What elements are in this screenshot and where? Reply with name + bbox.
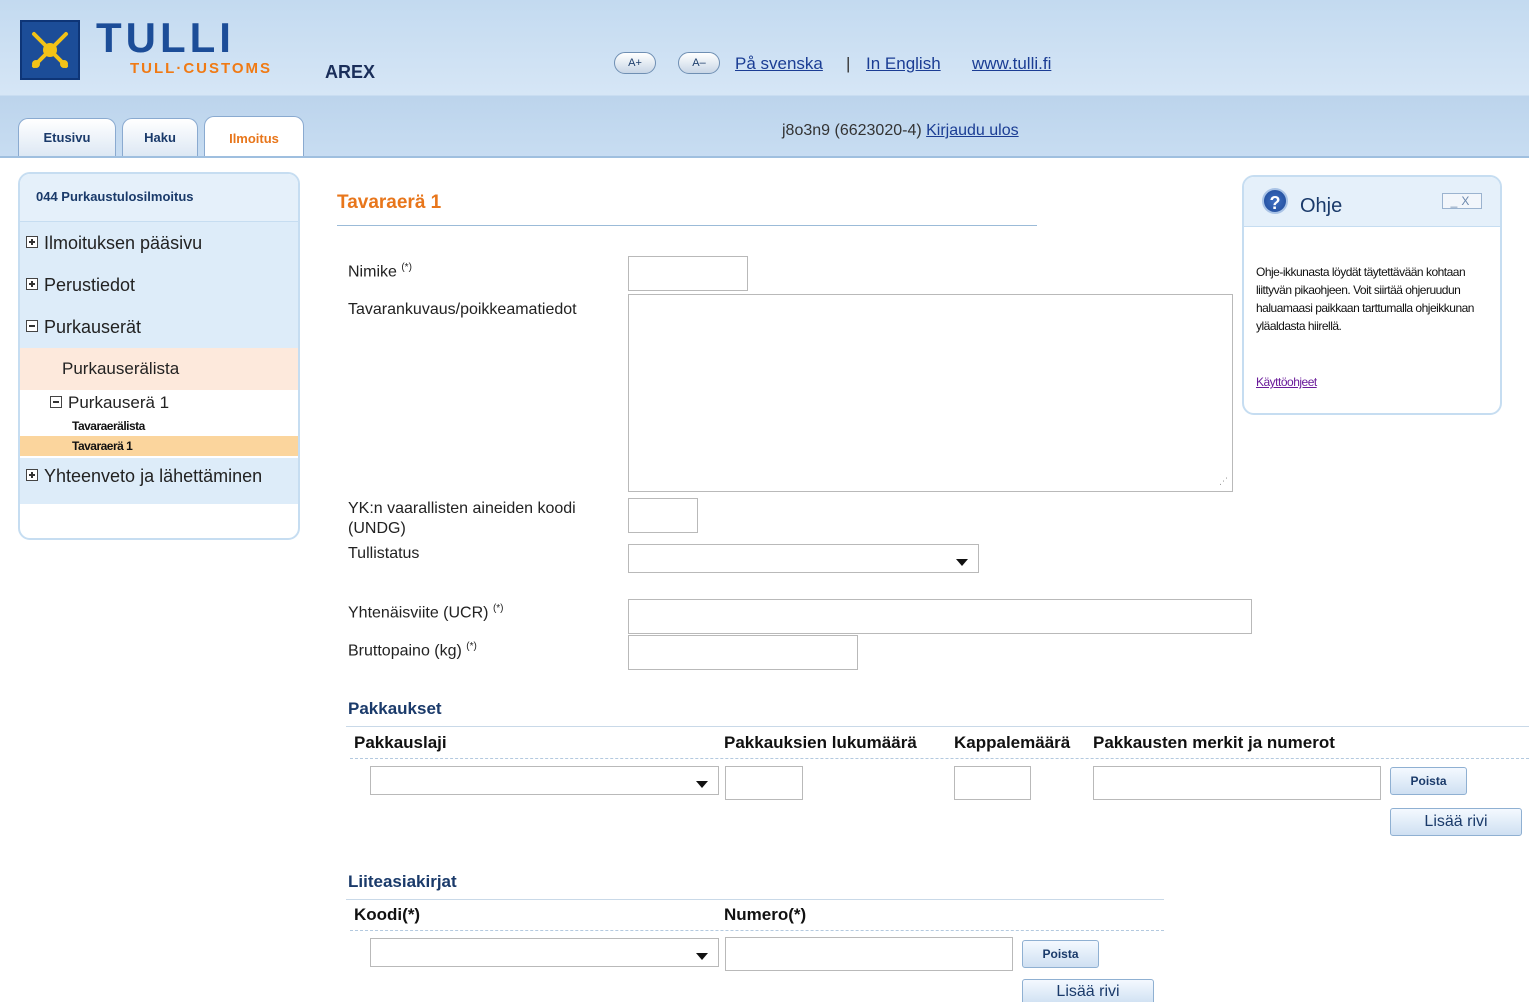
font-decrease-button[interactable]: A– <box>678 52 720 74</box>
packages-row-divider <box>350 758 1529 759</box>
sidebar-item-tavaraera-1[interactable]: Tavaraerä 1 <box>20 436 298 456</box>
user-info: j8o3n9 (6623020-4) Kirjaudu ulos <box>782 122 1019 140</box>
required-mark: (*) <box>492 603 504 614</box>
nimike-input[interactable] <box>628 256 748 291</box>
help-question-icon: ? <box>1262 188 1288 214</box>
sidebar-item-label: Purkauserät <box>44 317 142 337</box>
header: TULLI TULL·CUSTOMS AREX A+ A– På svenska… <box>0 0 1529 158</box>
expand-plus-icon[interactable] <box>26 278 38 291</box>
tullistatus-select[interactable] <box>628 544 979 573</box>
attachments-heading: Liiteasiakirjat <box>348 872 457 891</box>
help-text: Ohje-ikkunasta löydät täytettävään kohta… <box>1256 265 1474 333</box>
sidebar-item-perustiedot[interactable]: Perustiedot <box>20 264 298 306</box>
pakkauksien-lukumaara-input[interactable] <box>725 766 803 800</box>
packages-heading: Pakkaukset <box>348 699 442 718</box>
sidebar-item-label: Purkauserä 1 <box>68 393 170 412</box>
ucr-input[interactable] <box>628 599 1252 634</box>
col-pakkauksien-lukumaara: Pakkauksien lukumäärä <box>724 733 917 752</box>
nav-body: Ilmoituksen pääsivu Perustiedot Purkause… <box>20 222 298 504</box>
swedish-link[interactable]: På svenska <box>735 54 823 74</box>
tulli-logo <box>20 20 80 80</box>
weight-label-text: Bruttopaino (kg) <box>348 642 462 660</box>
dropdown-arrow-icon <box>956 559 968 566</box>
koodi-select[interactable] <box>370 938 719 967</box>
sidebar-item-label: Yhteenveto ja lähettäminen <box>44 466 263 486</box>
packages-add-row-button[interactable]: Lisää rivi <box>1390 808 1522 836</box>
sidebar-item-yhteenveto[interactable]: Yhteenveto ja lähettäminen <box>20 458 298 504</box>
attachments-add-row-button[interactable]: Lisää rivi <box>1022 979 1154 1002</box>
sidebar-item-purkauserat[interactable]: Purkauserät <box>20 306 298 348</box>
font-increase-button[interactable]: A+ <box>614 52 656 74</box>
sidebar-item-label: Perustiedot <box>44 275 136 295</box>
title-divider <box>337 225 1037 226</box>
help-title: Ohje <box>1300 195 1343 217</box>
ucr-label-text: Yhtenäisviite (UCR) <box>348 604 489 622</box>
collapse-minus-icon[interactable] <box>50 395 62 408</box>
attachments-divider <box>346 899 1164 900</box>
help-panel[interactable]: ? Ohje _X Ohje-ikkunasta löydät täytettä… <box>1242 175 1502 415</box>
tab-haku[interactable]: Haku <box>122 118 198 156</box>
tullistatus-label: Tullistatus <box>348 545 420 562</box>
expand-plus-icon[interactable] <box>26 236 38 249</box>
customs-emblem-icon <box>22 22 78 78</box>
required-mark: (*) <box>466 641 477 652</box>
dropdown-arrow-icon <box>696 781 708 788</box>
tab-ilmoitus[interactable]: Ilmoitus <box>204 116 304 158</box>
col-pakkausten-merkit: Pakkausten merkit ja numerot <box>1093 733 1335 752</box>
header-divider <box>0 156 1529 158</box>
required-mark: (*) <box>401 262 412 273</box>
sidebar-item-ilmoituksen-paasivu[interactable]: Ilmoituksen pääsivu <box>20 222 298 264</box>
pakkauslaji-select[interactable] <box>370 766 719 795</box>
tulli-site-link[interactable]: www.tulli.fi <box>972 54 1051 74</box>
col-koodi: Koodi(*) <box>354 905 421 924</box>
pakkausten-merkit-input[interactable] <box>1093 766 1381 800</box>
help-panel-header[interactable]: ? Ohje _X <box>1244 177 1500 227</box>
dropdown-arrow-icon <box>696 953 708 960</box>
packages-divider <box>346 726 1529 727</box>
app-name: AREX <box>325 62 376 82</box>
nimike-label-text: Nimike <box>348 263 397 281</box>
description-textarea[interactable]: ⋰ <box>628 294 1233 492</box>
nav-subtree: Purkauserä 1 Tavaraerälista Tavaraerä 1 <box>20 390 298 458</box>
attachments-row-divider <box>350 930 1164 931</box>
sidebar-item-purkauseralista[interactable]: Purkauserälista <box>20 348 298 390</box>
user-guide-link[interactable]: Käyttöohjeet <box>1256 375 1317 389</box>
brand-name: TULLI <box>96 14 235 61</box>
undg-label: YK:n vaarallisten aineiden koodi (UNDG) <box>348 500 576 537</box>
sidebar-item-label: Ilmoituksen pääsivu <box>44 233 203 253</box>
collapse-minus-icon[interactable] <box>26 320 38 333</box>
attachments-remove-button[interactable]: Poista <box>1022 940 1099 968</box>
weight-input[interactable] <box>628 635 858 670</box>
weight-label: Bruttopaino (kg) (*) <box>348 641 477 660</box>
english-link[interactable]: In English <box>866 54 941 74</box>
link-separator: | <box>846 54 851 73</box>
tab-etusivu[interactable]: Etusivu <box>18 118 116 156</box>
col-pakkauslaji: Pakkauslaji <box>354 733 447 752</box>
page-title: Tavaraerä 1 <box>337 192 442 213</box>
numero-input[interactable] <box>725 937 1013 971</box>
kappalemaara-input[interactable] <box>954 766 1031 800</box>
sidebar-item-purkausera-1[interactable]: Purkauserä 1 <box>20 390 298 416</box>
nav-title: 044 Purkaustulosilmoitus <box>20 174 298 222</box>
col-kappalemaara: Kappalemäärä <box>954 733 1071 752</box>
undg-input[interactable] <box>628 498 698 533</box>
brand-subtitle: TULL·CUSTOMS <box>130 60 273 77</box>
packages-remove-button[interactable]: Poista <box>1390 767 1467 795</box>
col-numero: Numero(*) <box>724 905 807 924</box>
expand-plus-icon[interactable] <box>26 469 38 482</box>
sidebar-item-tavaraeralista[interactable]: Tavaraerälista <box>20 416 298 436</box>
nimike-label: Nimike (*) <box>348 262 412 281</box>
help-window-controls[interactable]: _X <box>1442 193 1482 209</box>
ucr-label: Yhtenäisviite (UCR) (*) <box>348 603 504 622</box>
user-id: j8o3n9 (6623020-4) <box>782 122 922 139</box>
description-label: Tavarankuvaus/poikkeamatiedot <box>348 301 577 318</box>
sidebar-nav: 044 Purkaustulosilmoitus Ilmoituksen pää… <box>18 172 300 540</box>
resize-grip-icon[interactable]: ⋰ <box>1219 476 1228 487</box>
logout-link[interactable]: Kirjaudu ulos <box>926 122 1019 139</box>
